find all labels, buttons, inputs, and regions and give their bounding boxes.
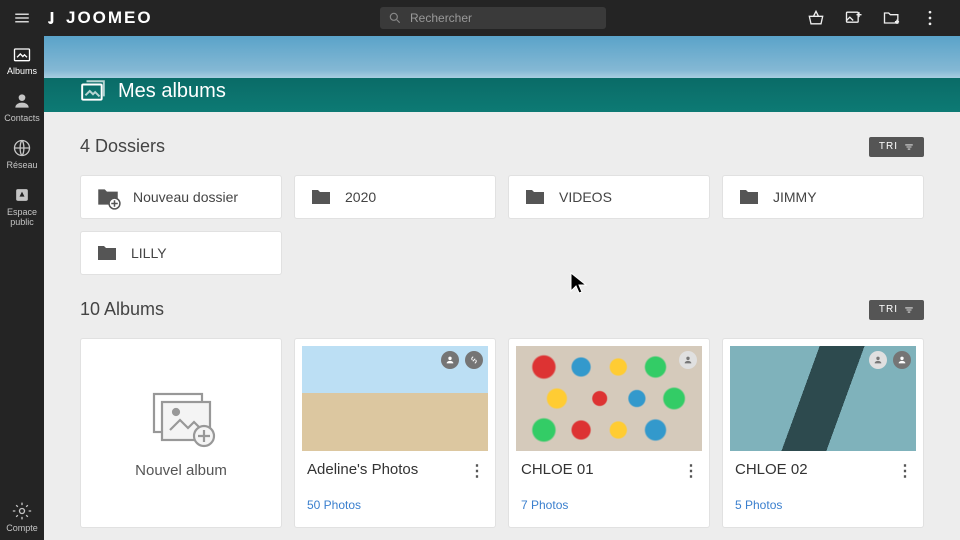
avatar-icon [893, 351, 911, 369]
search-icon [388, 11, 402, 25]
album-photo-count[interactable]: 50 Photos [307, 498, 361, 512]
album-thumbnail [723, 339, 923, 451]
sidebar-item-label: Albums [7, 66, 37, 76]
brand-icon [44, 10, 60, 26]
add-folder-icon[interactable] [882, 8, 902, 28]
album-name: CHLOE 02 [735, 461, 911, 478]
folder-icon [523, 185, 547, 209]
albums-icon [80, 78, 106, 104]
album-more-icon[interactable]: ⋮ [679, 459, 703, 483]
album-more-icon[interactable]: ⋮ [465, 459, 489, 483]
page-banner: Mes albums [44, 36, 960, 112]
album-card[interactable]: Adeline's Photos ⋮ 50 Photos [294, 338, 496, 528]
folder-card[interactable]: JIMMY [722, 175, 924, 219]
folder-label: LILLY [131, 245, 167, 261]
new-folder-card[interactable]: Nouveau dossier [80, 175, 282, 219]
album-photo-count[interactable]: 7 Photos [521, 498, 568, 512]
sort-folders-button[interactable]: TRI [869, 137, 924, 157]
sort-label: TRI [879, 141, 898, 152]
folder-card[interactable]: 2020 [294, 175, 496, 219]
sort-label: TRI [879, 304, 898, 315]
album-card[interactable]: CHLOE 02 ⋮ 5 Photos [722, 338, 924, 528]
album-photo-count[interactable]: 5 Photos [735, 498, 782, 512]
link-icon [465, 351, 483, 369]
sort-albums-button[interactable]: TRI [869, 300, 924, 320]
new-album-icon [146, 388, 216, 448]
folder-label: Nouveau dossier [133, 189, 238, 205]
album-name: Adeline's Photos [307, 461, 483, 478]
album-card[interactable]: CHLOE 01 ⋮ 7 Photos [508, 338, 710, 528]
folder-add-icon [95, 184, 121, 210]
album-thumbnail [295, 339, 495, 451]
album-thumbnail [509, 339, 709, 451]
sidebar-item-label: Compte [6, 523, 38, 533]
folder-icon [95, 241, 119, 265]
more-vertical-icon[interactable] [920, 8, 940, 28]
sort-icon [904, 305, 914, 315]
album-more-icon[interactable]: ⋮ [893, 459, 917, 483]
sidebar-item-public[interactable]: Espace public [0, 177, 44, 234]
folder-icon [737, 185, 761, 209]
folder-card[interactable]: LILLY [80, 231, 282, 275]
new-album-label: Nouvel album [135, 462, 227, 479]
brand-text: JOOMEO [66, 8, 153, 28]
folder-card[interactable]: VIDEOS [508, 175, 710, 219]
sidebar-item-albums[interactable]: Albums [0, 36, 44, 83]
sidebar-item-account[interactable]: Compte [0, 493, 44, 540]
basket-icon[interactable] [806, 8, 826, 28]
shared-person-icon [869, 351, 887, 369]
folder-label: 2020 [345, 189, 376, 205]
sidebar-item-label: Réseau [6, 160, 37, 170]
sidebar-item-network[interactable]: Réseau [0, 130, 44, 177]
shared-person-icon [441, 351, 459, 369]
new-album-card[interactable]: Nouvel album [80, 338, 282, 528]
shared-person-icon [679, 351, 697, 369]
folder-icon [309, 185, 333, 209]
album-name: CHLOE 01 [521, 461, 697, 478]
add-image-icon[interactable] [844, 8, 864, 28]
sidebar-item-label: Espace public [7, 207, 37, 227]
page-title: Mes albums [118, 80, 226, 103]
brand-logo: JOOMEO [44, 8, 153, 28]
albums-heading: 10 Albums [80, 299, 164, 320]
sidebar-item-label: Contacts [4, 113, 40, 123]
hamburger-menu[interactable] [0, 0, 44, 36]
search-input[interactable] [410, 11, 598, 25]
search-box[interactable] [380, 7, 606, 29]
folder-label: VIDEOS [559, 189, 612, 205]
sidebar-item-contacts[interactable]: Contacts [0, 83, 44, 130]
folder-label: JIMMY [773, 189, 817, 205]
folders-heading: 4 Dossiers [80, 136, 165, 157]
sort-icon [904, 142, 914, 152]
